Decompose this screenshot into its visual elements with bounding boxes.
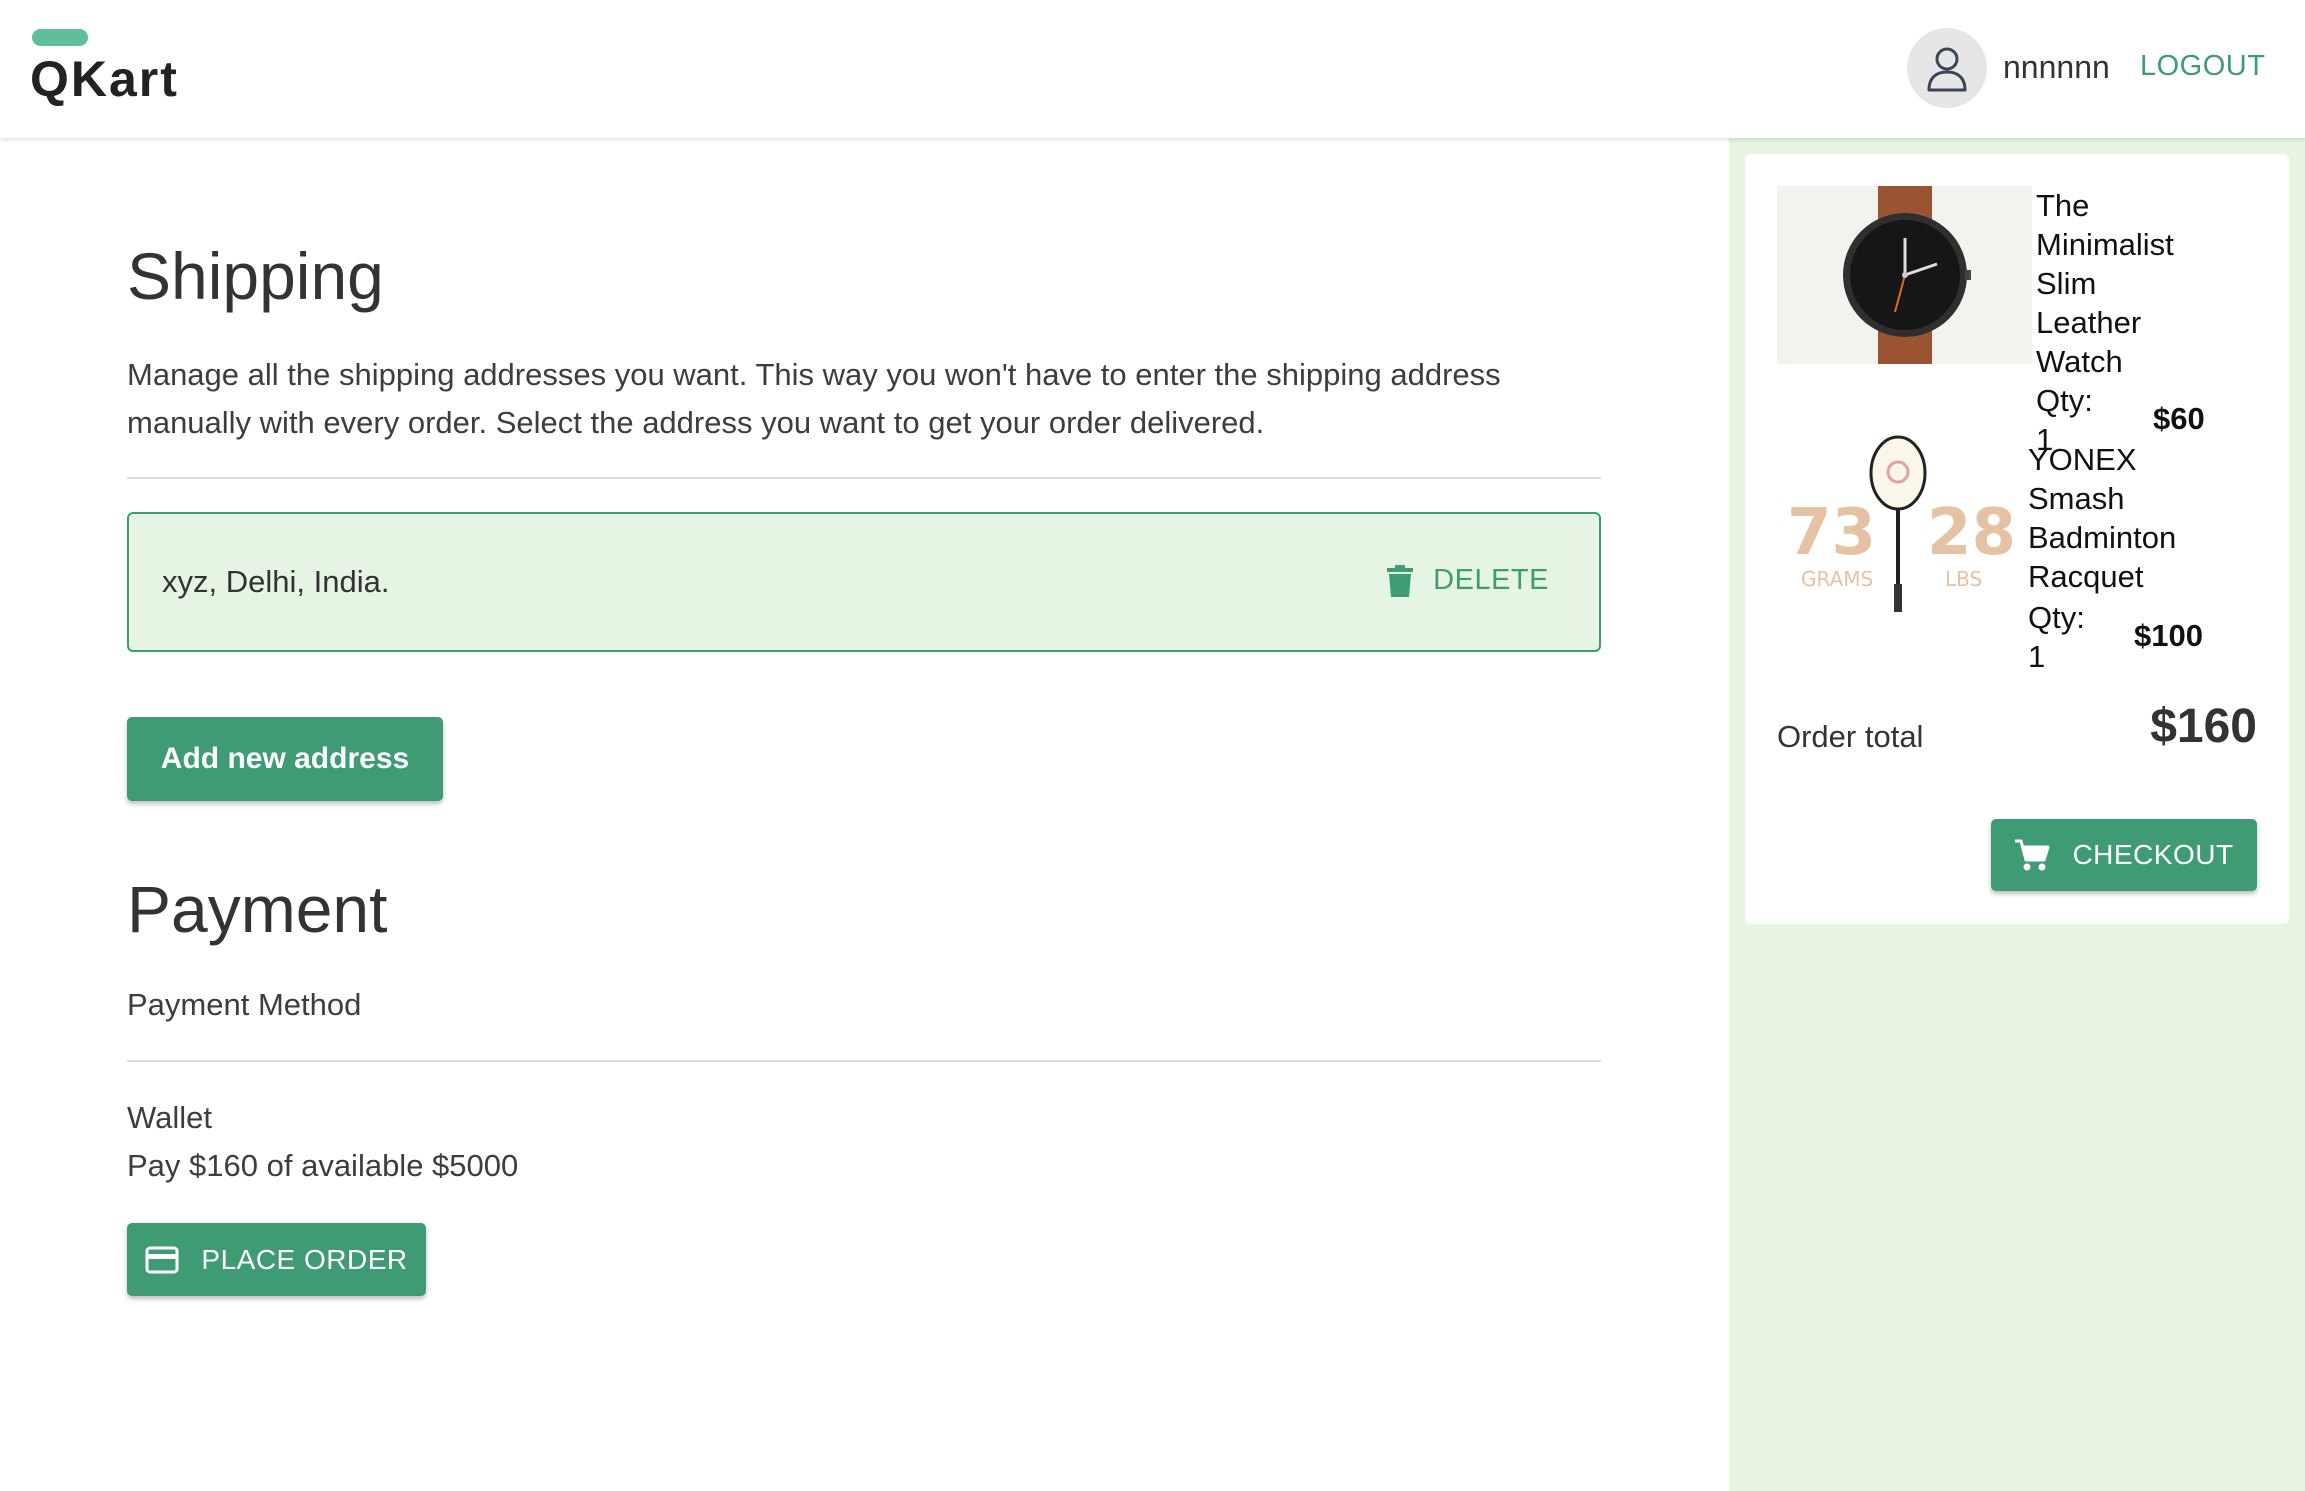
- place-order-label: PLACE ORDER: [201, 1243, 408, 1275]
- shipping-title: Shipping: [127, 239, 384, 313]
- racquet-grams-unit: GRAMS: [1801, 567, 1873, 591]
- avatar: [1907, 28, 1987, 108]
- cart-sidebar: The Minimalist Slim Leather Watch Qty: 1…: [1729, 138, 2305, 1491]
- delete-address-button[interactable]: DELETE: [1387, 564, 1549, 597]
- divider: [127, 477, 1601, 479]
- delete-label: DELETE: [1433, 564, 1549, 596]
- order-total-value: $160: [2150, 700, 2257, 753]
- wallet-description: Pay $160 of available $5000: [127, 1148, 519, 1183]
- cart-item-price: $100: [2134, 618, 2203, 653]
- credit-card-icon: [145, 1246, 179, 1273]
- wallet-label: Wallet: [127, 1100, 212, 1135]
- cart-item-qty: Qty: 1: [2028, 600, 2085, 674]
- checkout-label: CHECKOUT: [2072, 839, 2234, 870]
- place-order-button[interactable]: PLACE ORDER: [127, 1223, 426, 1296]
- divider: [127, 1060, 1601, 1062]
- shopping-cart-icon: [2015, 839, 2050, 871]
- checkout-button[interactable]: CHECKOUT: [1991, 819, 2257, 891]
- shipping-description: Manage all the shipping addresses you wa…: [127, 357, 1501, 440]
- add-new-address-button[interactable]: Add new address: [127, 717, 443, 801]
- username: nnnnnn: [2003, 49, 2110, 85]
- logo-accent-bar: [32, 29, 88, 46]
- cart: The Minimalist Slim Leather Watch Qty: 1…: [1745, 154, 2289, 924]
- payment-method-label: Payment Method: [127, 987, 362, 1022]
- cart-item-name: YONEX Smash Badminton Racquet: [2028, 442, 2177, 594]
- racquet-lbs-unit: LBS: [1945, 567, 1982, 591]
- racquet-lbs-value: 28: [1927, 496, 2016, 570]
- qkart-logo[interactable]: QKart: [30, 28, 190, 108]
- address-card[interactable]: xyz, Delhi, India. DELETE: [127, 512, 1601, 652]
- address-text: xyz, Delhi, India.: [162, 564, 390, 599]
- logout-button[interactable]: LOGOUT: [2140, 50, 2265, 83]
- racquet-grams-value: 73: [1787, 496, 1876, 570]
- cart-item-price: $60: [2153, 401, 2205, 436]
- cart-item-name: The Minimalist Slim Leather Watch: [2036, 188, 2174, 379]
- checkout-main: Shipping Manage all the shipping address…: [0, 138, 1729, 1491]
- payment-title: Payment: [127, 872, 388, 946]
- trash-icon: [1387, 564, 1414, 597]
- racquet-image: 73 GRAMS 28 LBS: [1777, 434, 2032, 612]
- order-total-label: Order total: [1777, 719, 1924, 754]
- user-icon: [1927, 47, 1967, 92]
- app-header: QKart nnnnnn LOGOUT: [0, 0, 2305, 138]
- watch-image: [1777, 186, 2032, 364]
- logo-text: QKart: [30, 51, 179, 107]
